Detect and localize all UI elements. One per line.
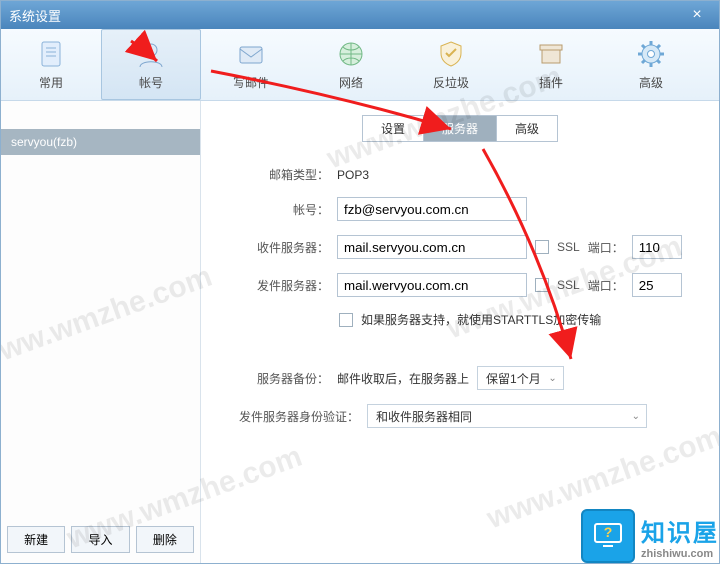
outgoing-label: 发件服务器：	[219, 277, 329, 294]
toolbar-item-advanced[interactable]: 高级	[601, 29, 701, 100]
backup-label: 服务器备份：	[219, 370, 329, 387]
toolbar-item-label: 帐号	[139, 74, 163, 91]
titlebar: 系统设置 ×	[1, 1, 719, 29]
toolbar-item-label: 写邮件	[233, 74, 269, 91]
toolbar-item-label: 常用	[39, 74, 63, 91]
backup-text: 邮件收取后，在服务器上	[337, 370, 469, 387]
monitor-icon: ?	[581, 509, 635, 563]
close-icon[interactable]: ×	[683, 6, 711, 24]
toolbar: 常用 帐号 写邮件 网络 反垃圾	[1, 29, 719, 101]
shield-icon	[435, 38, 467, 70]
gear-icon	[635, 38, 667, 70]
globe-icon	[335, 38, 367, 70]
brand-name: 知识屋	[641, 513, 719, 548]
account-input[interactable]	[337, 197, 527, 221]
incoming-label: 收件服务器：	[219, 239, 329, 256]
auth-select-value: 和收件服务器相同	[376, 408, 472, 425]
tab-advanced[interactable]: 高级	[497, 115, 558, 142]
account-label: 帐号：	[219, 201, 329, 218]
user-icon	[135, 38, 167, 70]
auth-select[interactable]: 和收件服务器相同 ⌄	[367, 404, 647, 428]
toolbar-item-network[interactable]: 网络	[301, 29, 401, 100]
account-list-item[interactable]: servyou(fzb)	[1, 129, 200, 155]
chevron-down-icon: ⌄	[548, 373, 556, 384]
toolbar-item-label: 高级	[639, 74, 663, 91]
toolbar-item-common[interactable]: 常用	[1, 29, 101, 100]
svg-text:?: ?	[604, 524, 613, 540]
backup-select-value: 保留1个月	[486, 370, 541, 387]
toolbar-item-label: 网络	[339, 74, 363, 91]
brand-badge: ? 知识屋 zhishiwu.com	[581, 509, 719, 563]
ssl-label: SSL	[557, 240, 580, 254]
incoming-server-input[interactable]	[337, 235, 527, 259]
mailbox-type-label: 邮箱类型：	[219, 166, 329, 183]
starttls-checkbox[interactable]	[339, 313, 353, 327]
doc-icon	[35, 38, 67, 70]
new-button[interactable]: 新建	[7, 526, 65, 553]
chevron-down-icon: ⌄	[632, 411, 640, 422]
backup-select[interactable]: 保留1个月 ⌄	[477, 366, 564, 390]
toolbar-item-account[interactable]: 帐号	[101, 29, 201, 100]
envelope-icon	[235, 38, 267, 70]
brand-domain: zhishiwu.com	[641, 548, 719, 560]
toolbar-item-compose[interactable]: 写邮件	[201, 29, 301, 100]
auth-label: 发件服务器身份验证：	[219, 408, 359, 425]
window-title: 系统设置	[9, 6, 61, 25]
toolbar-item-label: 反垃圾	[433, 74, 469, 91]
incoming-ssl-checkbox[interactable]	[535, 240, 549, 254]
